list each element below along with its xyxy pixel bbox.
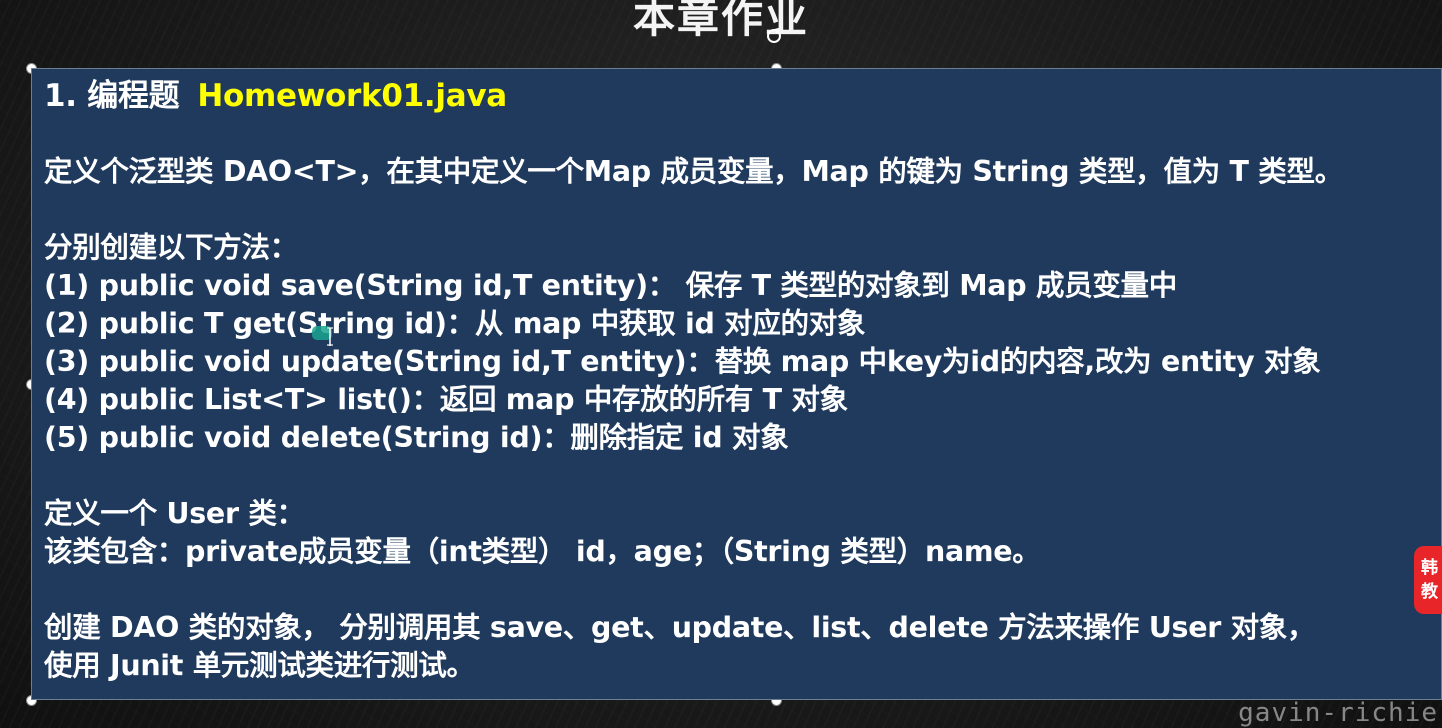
line-dao-definition: 定义个泛型类 DAO<T>，在其中定义一个Map 成员变量，Map 的键为 St… <box>44 155 1343 188</box>
line-method-save: (1) public void save(String id,T entity)… <box>44 269 1177 302</box>
homework-textbox[interactable]: 1. 编程题 Homework01.java 定义个泛型类 DAO<T>，在其中定… <box>31 68 1442 700</box>
badge-text-top: 韩 <box>1421 558 1438 578</box>
homework-content: 1. 编程题 Homework01.java 定义个泛型类 DAO<T>，在其中定… <box>44 77 1441 685</box>
line-junit: 使用 Junit 单元测试类进行测试。 <box>44 649 475 682</box>
line-method-update: (3) public void update(String id,T entit… <box>44 345 1321 378</box>
badge-text-bottom: 教 <box>1421 582 1438 602</box>
watermark: gavin-richie <box>1238 698 1438 728</box>
line-user-fields: 该类包含：private成员变量（int类型） id，age；（String 类… <box>44 535 1041 568</box>
rotate-handle-icon[interactable] <box>766 28 782 44</box>
heading-number: 1. 编程题 <box>44 78 180 114</box>
slide-title: 本章作业 <box>632 0 809 42</box>
line-method-list: (4) public List<T> list()：返回 map 中存放的所有 … <box>44 383 848 416</box>
side-badge[interactable]: 韩 教 <box>1414 546 1442 614</box>
homework-heading: 1. 编程题 Homework01.java <box>44 77 1441 115</box>
line-method-get: (2) public T get(String id)：从 map 中获取 id… <box>44 307 866 340</box>
line-methods-intro: 分别创建以下方法： <box>44 231 298 264</box>
heading-filename: Homework01.java <box>197 78 507 114</box>
text-cursor-icon <box>312 326 333 346</box>
line-create-dao: 创建 DAO 类的对象， 分别调用其 save、get、update、list、… <box>44 611 1316 644</box>
line-method-delete: (5) public void delete(String id)：删除指定 i… <box>44 421 789 454</box>
line-user-class: 定义一个 User 类： <box>44 497 305 530</box>
